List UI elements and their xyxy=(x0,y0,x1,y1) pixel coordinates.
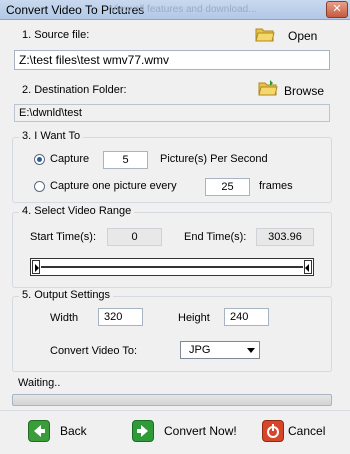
start-time-label: Start Time(s): xyxy=(30,231,97,243)
watermark-text: View all features and download... xyxy=(110,4,257,15)
end-time-label: End Time(s): xyxy=(184,231,247,243)
range-group: 4. Select Video Range xyxy=(12,205,332,288)
format-select[interactable]: JPG xyxy=(180,341,260,359)
capture-rate-input[interactable]: 5 xyxy=(103,151,148,169)
chevron-down-icon xyxy=(247,348,255,353)
range-slider[interactable] xyxy=(30,258,314,276)
power-icon xyxy=(262,420,284,442)
source-path-field[interactable]: Z:\test files\test wmv77.wmv xyxy=(14,50,330,70)
every-suffix: frames xyxy=(259,180,293,192)
destination-path-field[interactable]: E:\dwnld\test xyxy=(14,104,330,122)
height-label: Height xyxy=(178,312,210,324)
cancel-label: Cancel xyxy=(288,424,326,438)
range-heading: 4. Select Video Range xyxy=(19,205,135,217)
convert-to-label: Convert Video To: xyxy=(50,345,138,357)
width-input[interactable]: 320 xyxy=(98,308,143,326)
convert-now-button[interactable]: Convert Now! xyxy=(132,419,242,445)
source-heading: 1. Source file: xyxy=(22,29,90,41)
close-button[interactable]: ✕ xyxy=(326,1,348,18)
range-end-handle[interactable] xyxy=(304,260,312,274)
capture-radio[interactable] xyxy=(34,154,45,165)
width-label: Width xyxy=(50,312,79,324)
range-start-handle[interactable] xyxy=(32,260,40,274)
start-time-value: 0 xyxy=(107,228,162,246)
browse-button[interactable]: Browse xyxy=(284,84,324,98)
capture-suffix: Picture(s) Per Second xyxy=(160,153,268,165)
back-label: Back xyxy=(60,424,87,438)
title-bar: Convert Video To Pictures View all featu… xyxy=(0,0,350,20)
browse-folder-icon[interactable] xyxy=(258,80,278,96)
back-button[interactable]: Back xyxy=(28,419,98,445)
destination-heading: 2. Destination Folder: xyxy=(22,84,127,96)
height-input[interactable]: 240 xyxy=(224,308,269,326)
output-group: 5. Output Settings xyxy=(12,289,332,372)
capture-label: Capture xyxy=(50,153,90,165)
open-button[interactable]: Open xyxy=(288,29,317,43)
output-heading: 5. Output Settings xyxy=(19,289,114,301)
every-frames-input[interactable]: 25 xyxy=(205,178,250,196)
forward-arrow-icon xyxy=(132,420,154,442)
end-time-value: 303.96 xyxy=(256,228,314,246)
want-heading: 3. I Want To xyxy=(19,130,84,142)
status-text: Waiting.. xyxy=(18,377,61,389)
cancel-button[interactable]: Cancel xyxy=(262,419,332,445)
open-folder-icon[interactable] xyxy=(255,26,275,42)
format-select-value: JPG xyxy=(189,344,211,356)
every-radio[interactable] xyxy=(34,181,45,192)
every-label: Capture one picture every xyxy=(50,180,177,192)
convert-now-label: Convert Now! xyxy=(164,424,237,438)
range-slider-bar xyxy=(41,266,303,268)
progress-bar xyxy=(12,394,332,406)
button-bar: Back Convert Now! Cancel xyxy=(0,410,350,454)
want-group: 3. I Want To xyxy=(12,130,332,203)
back-arrow-icon xyxy=(28,420,50,442)
